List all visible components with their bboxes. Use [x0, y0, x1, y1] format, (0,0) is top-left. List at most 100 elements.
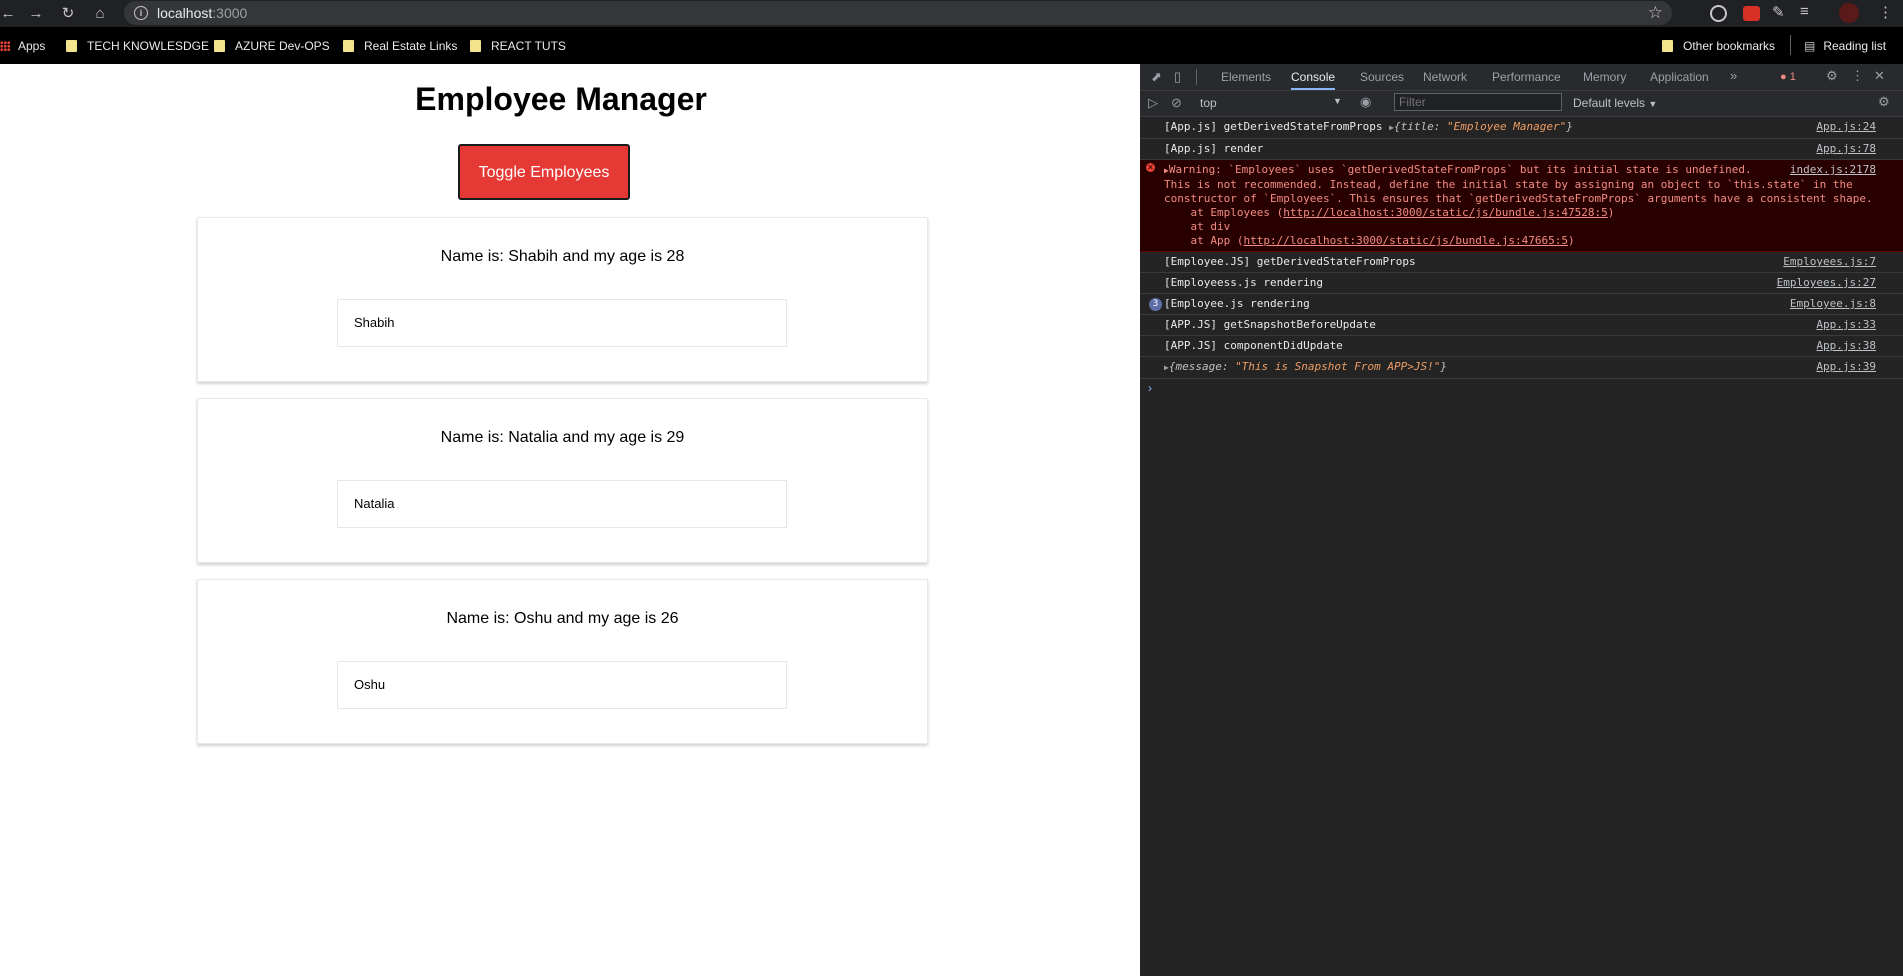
close-devtools-icon[interactable]: ✕ — [1874, 68, 1885, 84]
stack-link[interactable]: http://localhost:3000/static/js/bundle.j… — [1283, 206, 1608, 219]
log-levels-dropdown[interactable]: Default levels ▼ — [1573, 96, 1657, 110]
back-icon[interactable]: ← — [0, 4, 18, 24]
console-message: [Employeess.js rendering Employees.js:27 — [1140, 273, 1903, 294]
log-source-link[interactable]: App.js:38 — [1816, 339, 1876, 353]
context-dropdown-icon[interactable]: ▼ — [1333, 96, 1342, 106]
log-source-link[interactable]: App.js:24 — [1816, 120, 1876, 134]
bookmark-label: Real Estate Links — [364, 39, 458, 53]
employee-name-input[interactable]: Oshu — [337, 661, 787, 709]
extension-red-icon[interactable] — [1743, 6, 1760, 21]
log-source-link[interactable]: App.js:78 — [1816, 142, 1876, 156]
console-message: 3 [Employee.js rendering Employee.js:8 — [1140, 294, 1903, 315]
bookmark-react-tuts[interactable]: REACT TUTS — [470, 38, 566, 54]
employee-card: Name is: Oshu and my age is 26 Oshu — [197, 579, 928, 744]
employee-text: Name is: Oshu and my age is 26 — [446, 610, 679, 627]
tab-network[interactable]: Network — [1423, 64, 1467, 90]
log-source-link[interactable]: Employees.js:7 — [1783, 255, 1876, 269]
context-selector[interactable]: top — [1200, 96, 1217, 110]
console-error-message: ✕ ▶Warning: `Employees` uses `getDerivedS… — [1140, 160, 1903, 252]
log-text: [APP.JS] getSnapshotBeforeUpdate — [1164, 318, 1376, 331]
log-source-link[interactable]: index.js:2178 — [1790, 163, 1876, 177]
console-settings-icon[interactable]: ⚙ — [1878, 94, 1890, 110]
bookmark-apps[interactable]: Apps — [0, 38, 45, 54]
reload-icon[interactable]: ↻ — [58, 4, 78, 24]
console-message: [APP.JS] componentDidUpdate App.js:38 — [1140, 336, 1903, 357]
page-title: Employee Manager — [415, 81, 707, 117]
sidebar-toggle-icon[interactable]: ▷ — [1148, 95, 1158, 111]
employee-card: Name is: Natalia and my age is 29 Natali… — [197, 398, 928, 563]
console-message: [App.js] render App.js:78 — [1140, 139, 1903, 160]
employee-text: Name is: Shabih and my age is 28 — [440, 248, 685, 265]
toggle-employees-button[interactable]: Toggle Employees Data — [458, 144, 630, 233]
url-host: localhost — [157, 5, 213, 21]
stack-text: at div — [1164, 220, 1231, 233]
bookmark-real-estate[interactable]: Real Estate Links — [343, 38, 457, 54]
error-icon: ✕ — [1146, 163, 1155, 172]
log-source-link[interactable]: Employees.js:27 — [1777, 276, 1876, 290]
menu-icon[interactable]: ⋮ — [1878, 3, 1897, 22]
extensions-icon[interactable]: ✎ — [1772, 3, 1791, 22]
error-text: This is not recommended. Instead, define… — [1164, 178, 1853, 191]
bookmark-label: AZURE Dev-OPS — [235, 39, 330, 53]
eye-icon[interactable]: ◉ — [1360, 94, 1371, 110]
error-text: Warning: `Employees` uses `getDerivedSta… — [1168, 163, 1752, 176]
divider — [1196, 69, 1197, 85]
tab-application[interactable]: Application — [1650, 64, 1709, 90]
tab-elements[interactable]: Elements — [1221, 64, 1271, 90]
log-source-link[interactable]: Employee.js:8 — [1790, 297, 1876, 311]
employee-text: Name is: Natalia and my age is 29 — [440, 429, 685, 446]
employee-name-input[interactable]: Shabih — [337, 299, 787, 347]
bookmark-label: TECH KNOWLESDGE — [87, 39, 210, 53]
console-message: [App.js] getDerivedStateFromProps ▶{titl… — [1140, 117, 1903, 139]
settings-gear-icon[interactable]: ⚙ — [1826, 68, 1838, 84]
bookmark-tech-knowledge[interactable]: TECH KNOWLESDGE — [66, 38, 209, 54]
log-source-link[interactable]: App.js:33 — [1816, 318, 1876, 332]
bookmark-azure-devops[interactable]: AZURE Dev-OPS — [214, 38, 330, 54]
object-value: "Employee Manager" — [1447, 120, 1567, 133]
bookmark-other[interactable]: Other bookmarks — [1662, 38, 1775, 54]
clear-console-icon[interactable]: ⊘ — [1171, 95, 1182, 111]
device-toolbar-icon[interactable]: ▯ — [1174, 69, 1181, 85]
tab-console[interactable]: Console — [1291, 64, 1336, 90]
reading-list-icon[interactable]: ≡ — [1800, 3, 1819, 22]
log-levels-label: Default levels — [1573, 96, 1646, 110]
tab-performance[interactable]: Performance — [1492, 64, 1561, 90]
browser-toolbar: ← → ↻ ⌂ i localhost:3000 ☆ ✎ ≡ ⋮ — [0, 0, 1903, 27]
home-icon[interactable]: ⌂ — [90, 4, 110, 24]
log-text: [APP.JS] componentDidUpdate — [1164, 339, 1343, 352]
tab-sources[interactable]: Sources — [1360, 64, 1404, 90]
console-message: [APP.JS] getSnapshotBeforeUpdate App.js:3… — [1140, 315, 1903, 336]
object-key: message — [1175, 360, 1222, 373]
bookmark-label: Reading list — [1823, 39, 1887, 53]
folder-icon — [470, 40, 481, 52]
folder-icon — [66, 40, 77, 52]
extension-circle-icon[interactable] — [1710, 5, 1727, 22]
url-text[interactable]: localhost:3000 — [157, 5, 247, 21]
log-source-link[interactable]: App.js:39 — [1816, 360, 1876, 374]
star-icon[interactable]: ☆ — [1648, 3, 1663, 23]
folder-icon — [214, 40, 225, 52]
inspect-element-icon[interactable]: ⬈ — [1151, 69, 1162, 85]
address-bar[interactable]: i localhost:3000 ☆ — [124, 1, 1672, 25]
error-count-badge[interactable]: ● 1 — [1780, 71, 1796, 83]
profile-avatar[interactable] — [1839, 3, 1859, 23]
more-tabs-icon[interactable]: » — [1730, 68, 1737, 84]
employee-card: Name is: Shabih and my age is 28 Shabih — [197, 217, 928, 382]
employee-name-input[interactable]: Natalia — [337, 480, 787, 528]
bookmark-reading-list[interactable]: ▤ Reading list — [1804, 38, 1886, 54]
log-text: [App.js] getDerivedStateFromProps — [1164, 120, 1390, 133]
console-prompt[interactable]: › — [1148, 381, 1152, 395]
stack-link[interactable]: http://localhost:3000/static/js/bundle.j… — [1243, 234, 1568, 247]
info-icon[interactable]: i — [134, 6, 148, 20]
folder-icon — [343, 40, 354, 52]
tab-memory[interactable]: Memory — [1583, 64, 1626, 90]
more-options-icon[interactable]: ⋮ — [1851, 68, 1864, 84]
bookmark-label: REACT TUTS — [491, 39, 566, 53]
console-message: ▶{message: "This is Snapshot From APP>JS… — [1140, 357, 1903, 379]
app-page: Employee Manager Toggle Employees Data N… — [0, 64, 1140, 976]
log-text: [App.js] render — [1164, 142, 1264, 155]
chevron-down-icon: ▼ — [1648, 99, 1658, 109]
reading-list-icon: ▤ — [1804, 39, 1816, 53]
console-filter-input[interactable] — [1394, 93, 1562, 111]
forward-icon[interactable]: → — [26, 4, 46, 24]
